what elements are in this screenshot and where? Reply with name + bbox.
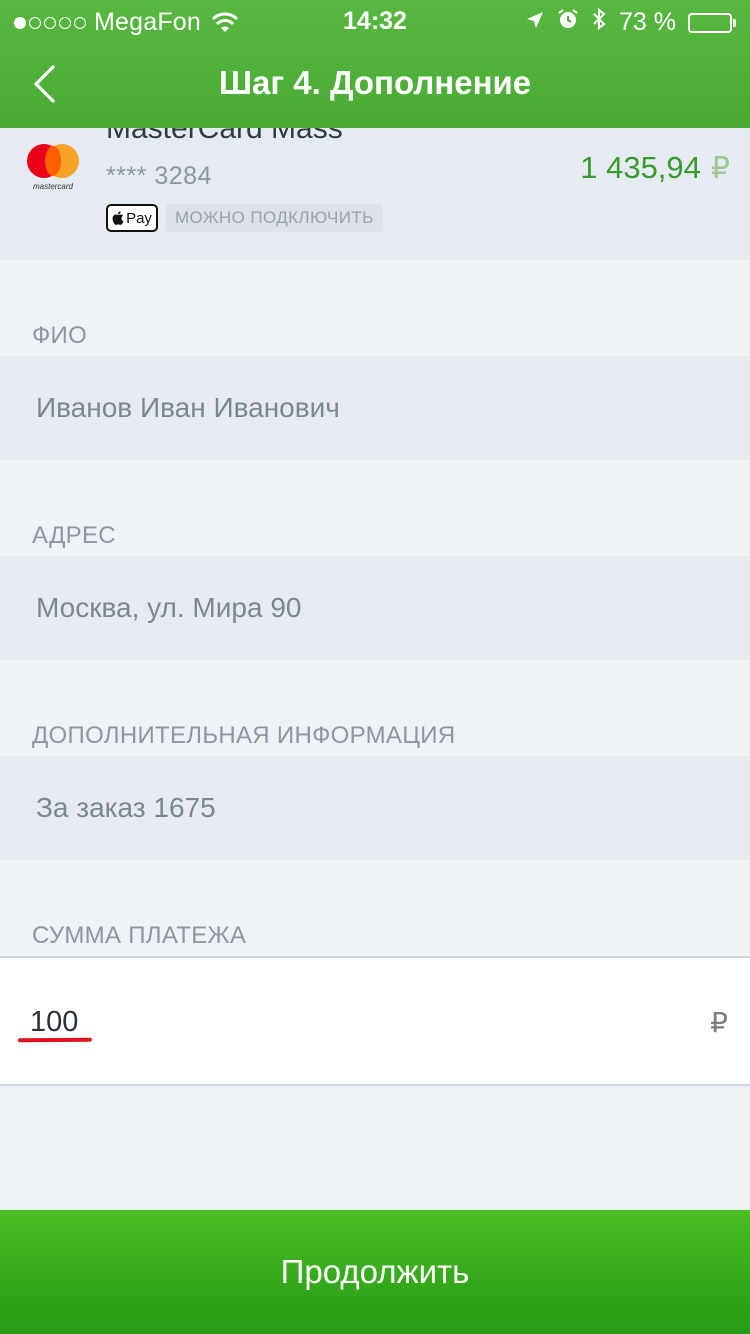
- fio-field[interactable]: Иванов Иван Иванович: [0, 356, 750, 460]
- battery-icon: [688, 12, 736, 33]
- page-title: Шаг 4. Дополнение: [218, 64, 532, 101]
- card-name: MasterCard Mass: [106, 128, 343, 145]
- alarm-icon: [557, 8, 579, 37]
- extra-info-value: За заказ 1675: [36, 792, 216, 823]
- fio-label: ФИО: [32, 322, 88, 349]
- status-right: 73 %: [525, 7, 736, 38]
- address-label: АДРЕС: [32, 522, 116, 549]
- address-field[interactable]: Москва, ул. Мира 90: [0, 556, 750, 660]
- apple-pay-connect-label[interactable]: МОЖНО ПОДКЛЮЧИТЬ: [166, 204, 383, 232]
- amount-value: 100: [30, 1006, 79, 1038]
- apple-pay-label: Pay: [126, 209, 152, 227]
- address-value: Москва, ул. Мира 90: [36, 592, 302, 623]
- card-balance-value: 1 435,94: [580, 150, 701, 185]
- apple-icon: [112, 211, 124, 225]
- mastercard-logo-icon: mastercard: [24, 144, 82, 194]
- apple-pay-badge: Pay: [106, 204, 158, 232]
- payment-card[interactable]: MasterCard Mass mastercard **** 3284 1 4…: [0, 128, 750, 260]
- amount-underline-mark: [17, 1037, 93, 1043]
- mastercard-brand-text: mastercard: [32, 182, 73, 191]
- status-bar: MegaFon 14:32 73 %: [0, 0, 750, 40]
- card-balance: 1 435,94 ₽: [580, 150, 730, 186]
- fio-value: Иванов Иван Иванович: [36, 392, 340, 423]
- amount-input[interactable]: 100 ₽: [0, 956, 750, 1086]
- bluetooth-icon: [591, 7, 607, 38]
- location-arrow-icon: [525, 8, 545, 37]
- battery-percent: 73 %: [619, 8, 676, 36]
- screen: MegaFon 14:32 73 % Шаг 4. Дополнение Mas…: [0, 0, 750, 1334]
- amount-label: СУММА ПЛАТЕЖА: [32, 922, 247, 949]
- card-currency: ₽: [710, 152, 730, 185]
- amount-currency: ₽: [710, 1007, 728, 1038]
- extra-info-label: ДОПОЛНИТЕЛЬНАЯ ИНФОРМАЦИЯ: [32, 722, 456, 749]
- extra-info-field[interactable]: За заказ 1675: [0, 756, 750, 860]
- card-number: **** 3284: [106, 162, 212, 190]
- continue-button[interactable]: Продолжить: [0, 1210, 750, 1334]
- header: MegaFon 14:32 73 % Шаг 4. Дополнение: [0, 0, 750, 128]
